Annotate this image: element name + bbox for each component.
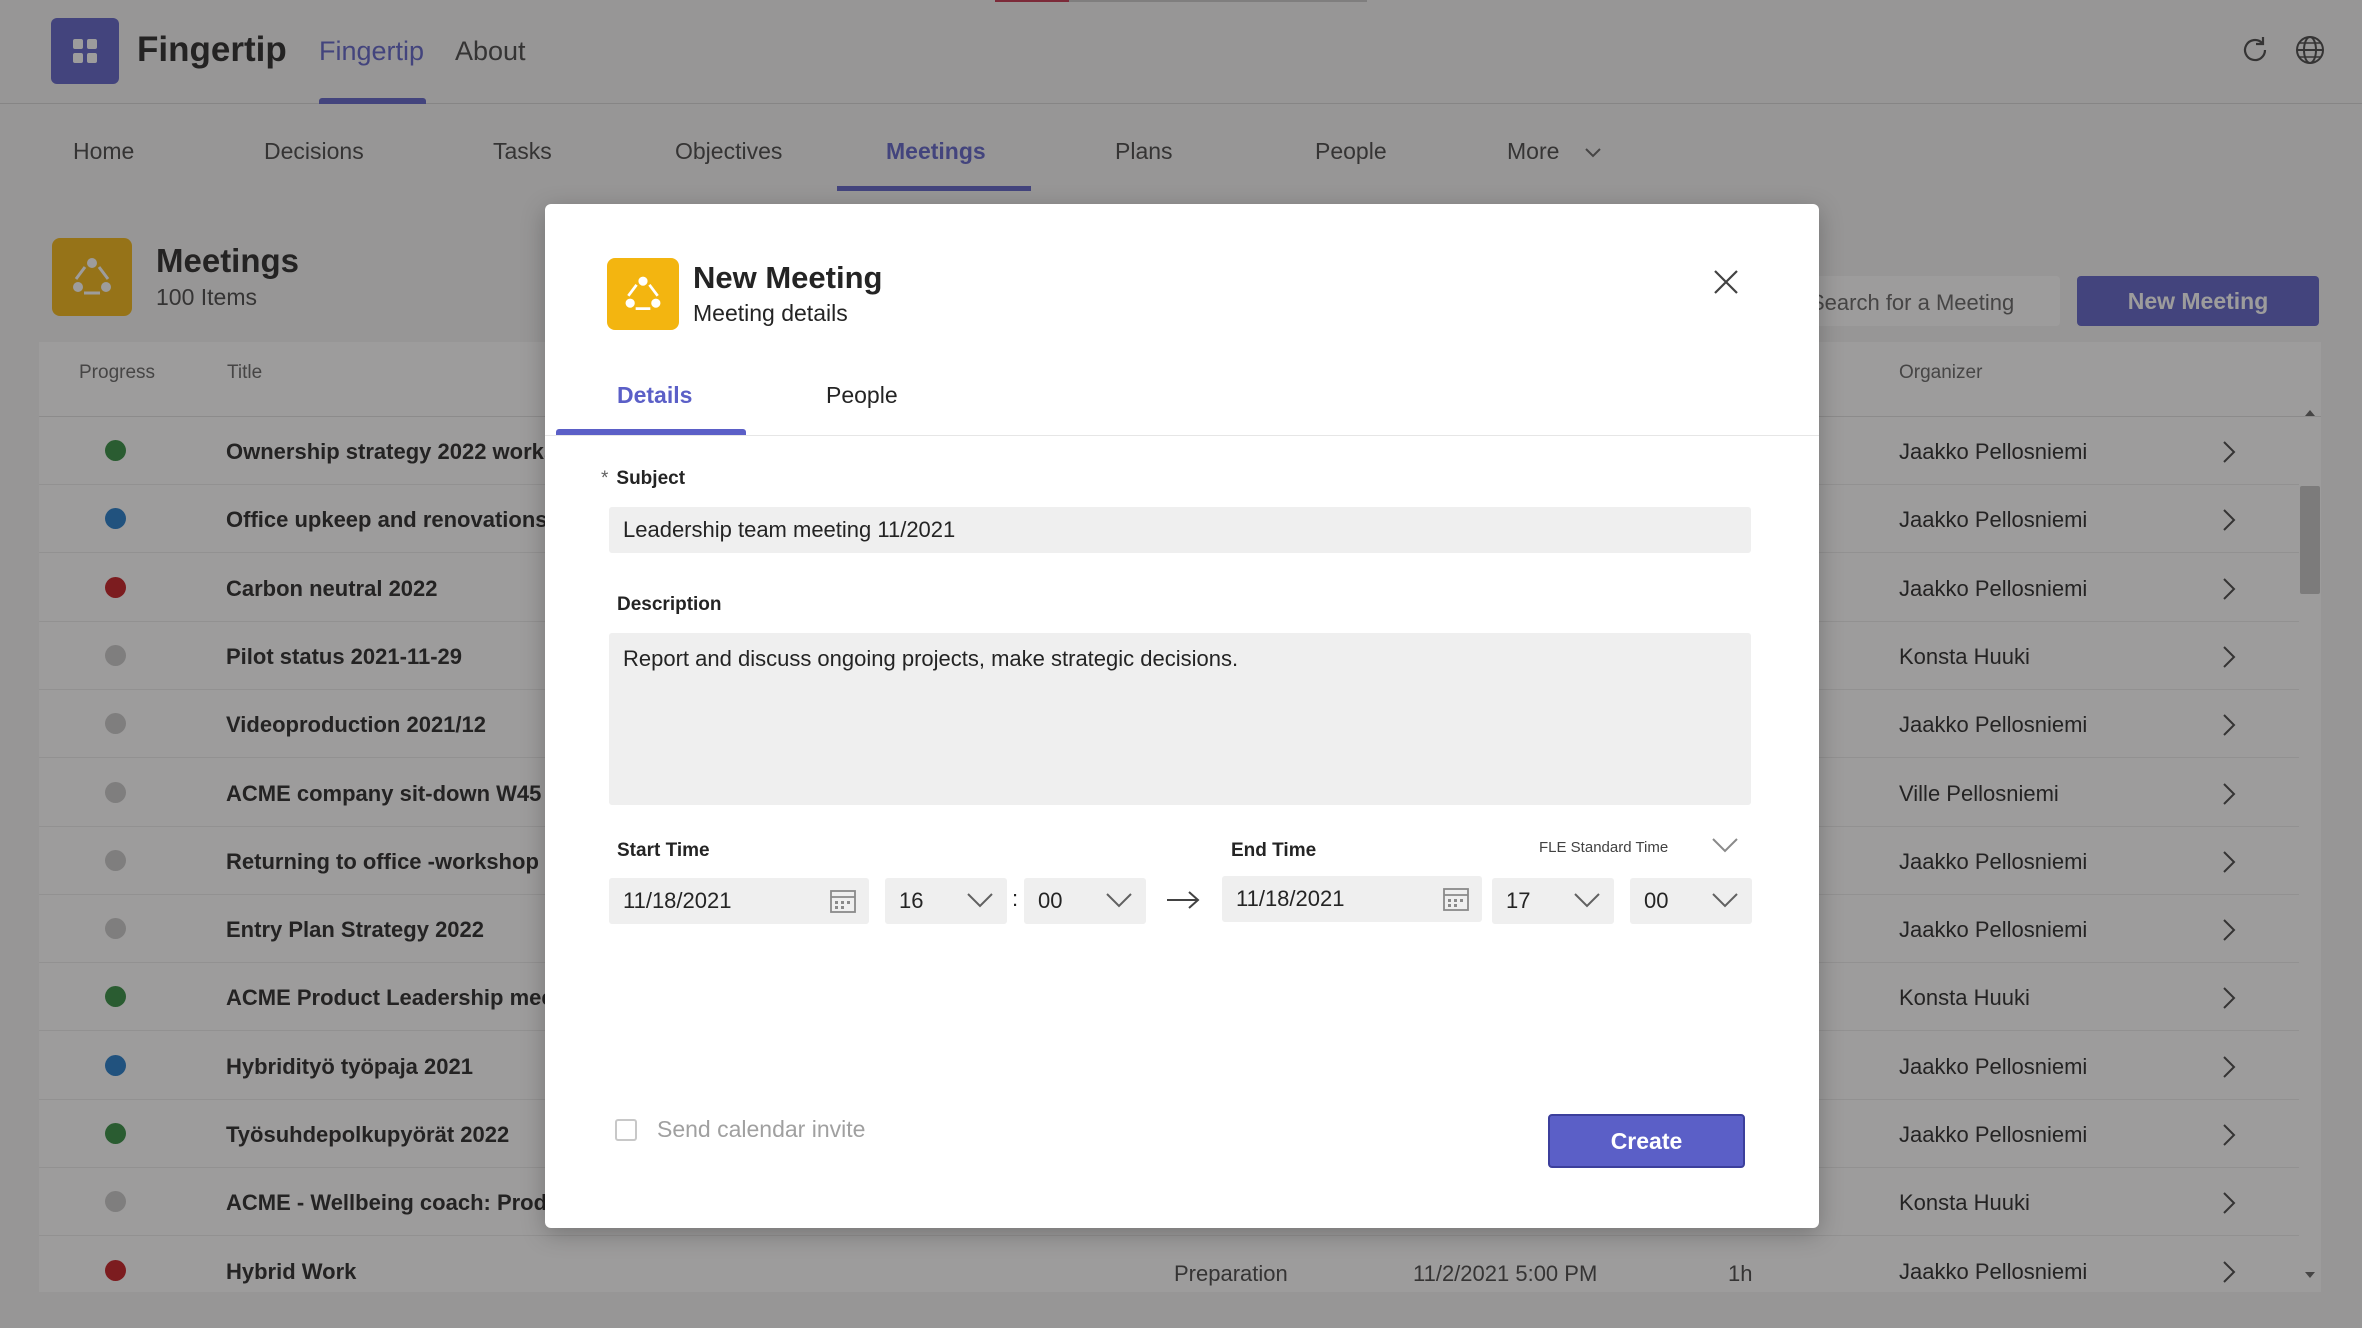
calendar-icon[interactable] (829, 888, 857, 914)
end-date-picker[interactable]: 11/18/2021 (1222, 876, 1482, 922)
chevron-down-icon (967, 893, 993, 908)
chevron-down-icon (1106, 893, 1132, 908)
required-marker: * (601, 468, 609, 489)
time-separator: : (1012, 886, 1019, 911)
send-invite-checkbox[interactable] (615, 1119, 637, 1141)
start-time-label: Start Time (617, 840, 710, 861)
start-hour-dropdown[interactable]: 16 (885, 878, 1007, 924)
dialog-subtitle: Meeting details (693, 300, 848, 326)
tab-people[interactable]: People (826, 382, 898, 409)
send-invite-label[interactable]: Send calendar invite (657, 1116, 865, 1143)
description-textarea[interactable]: Report and discuss ongoing projects, mak… (609, 633, 1751, 805)
timezone-label[interactable]: FLE Standard Time (1539, 839, 1668, 856)
close-icon[interactable] (1710, 266, 1742, 298)
end-time-label: End Time (1231, 840, 1317, 861)
dialog-title: New Meeting (693, 260, 883, 295)
start-hour-value: 16 (899, 888, 924, 913)
create-button[interactable]: Create (1548, 1114, 1745, 1168)
start-date-picker[interactable]: 11/18/2021 (609, 878, 869, 924)
end-hour-value: 17 (1506, 888, 1531, 913)
end-minute-dropdown[interactable]: 00 (1630, 878, 1752, 924)
chevron-down-icon (1574, 893, 1600, 908)
timezone-chevron-down-icon[interactable] (1710, 835, 1740, 855)
tab-details[interactable]: Details (617, 382, 692, 409)
start-minute-dropdown[interactable]: 00 (1024, 878, 1146, 924)
new-meeting-dialog: New Meeting Meeting details Details Peop… (545, 204, 1819, 1228)
subject-label: * Subject (601, 468, 686, 489)
calendar-icon[interactable] (1442, 886, 1470, 912)
chevron-down-icon (1712, 893, 1738, 908)
description-label: Description (617, 594, 722, 615)
meetings-icon (607, 258, 679, 330)
end-date-value: 11/18/2021 (1236, 886, 1345, 911)
start-date-value: 11/18/2021 (623, 888, 732, 913)
start-minute-value: 00 (1038, 888, 1063, 913)
end-hour-dropdown[interactable]: 17 (1492, 878, 1614, 924)
arrow-right-icon (1167, 891, 1200, 909)
end-minute-value: 00 (1644, 888, 1669, 913)
subject-input[interactable]: Leadership team meeting 11/2021 (609, 507, 1751, 553)
